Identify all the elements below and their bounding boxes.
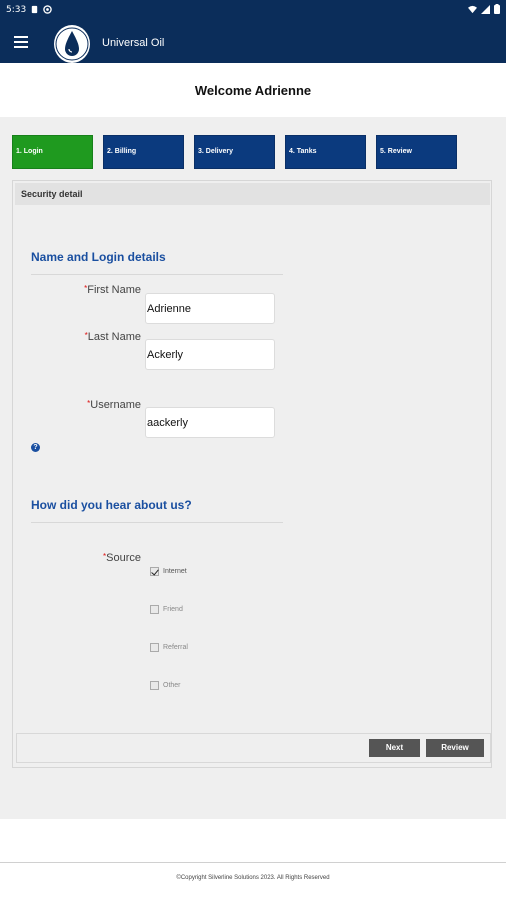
checkbox-friend[interactable] [150, 605, 159, 614]
sync-icon [43, 5, 52, 14]
name-section-title: Name and Login details [31, 250, 166, 264]
username-input[interactable] [145, 407, 275, 438]
wifi-icon [468, 5, 477, 13]
status-time: 5:33 [6, 5, 27, 15]
sim-card-icon [31, 5, 38, 14]
welcome-heading: Welcome Adrienne [194, 83, 312, 98]
status-bar: 5:33 [0, 0, 506, 22]
app-title: Universal Oil [102, 37, 165, 49]
footer-copyright: ©Copyright Silverline Solutions 2023. Al… [176, 875, 330, 881]
source-label-text: Source [106, 552, 141, 564]
help-icon[interactable]: ? [31, 443, 40, 452]
step-delivery[interactable]: 3. Delivery [194, 135, 275, 169]
battery-icon [494, 4, 500, 14]
first-name-input[interactable] [145, 293, 275, 324]
checkbox-label: Internet [163, 568, 187, 575]
next-button[interactable]: Next [369, 739, 420, 757]
username-label-text: Username [90, 399, 141, 411]
checkbox-label: Friend [163, 606, 183, 613]
last-name-label: *Last Name [85, 331, 141, 343]
checkbox-referral[interactable] [150, 643, 159, 652]
checkbox-internet[interactable] [150, 567, 159, 576]
main-content: 1. Login 2. Billing 3. Delivery 4. Tanks… [0, 117, 506, 819]
footer-divider [0, 862, 506, 863]
checkbox-label: Referral [163, 644, 188, 651]
section-divider [31, 522, 283, 523]
checkbox-label: Other [163, 682, 181, 689]
step-login[interactable]: 1. Login [12, 135, 93, 169]
last-name-label-text: Last Name [87, 331, 141, 343]
security-panel: Security detail Name and Login details *… [12, 180, 492, 768]
source-label: *Source [103, 552, 141, 564]
action-bar: Next Review [16, 733, 491, 763]
source-option-other[interactable]: Other [150, 681, 181, 690]
menu-icon[interactable] [14, 36, 28, 48]
status-icons [468, 4, 500, 14]
step-tanks[interactable]: 4. Tanks [285, 135, 366, 169]
review-button[interactable]: Review [426, 739, 484, 757]
source-option-referral[interactable]: Referral [150, 643, 188, 652]
wizard-steps: 1. Login 2. Billing 3. Delivery 4. Tanks… [12, 135, 467, 169]
section-divider [31, 274, 283, 275]
last-name-input[interactable] [145, 339, 275, 370]
signal-icon [481, 4, 490, 14]
step-review[interactable]: 5. Review [376, 135, 457, 169]
universal-oil-logo [54, 25, 90, 63]
username-label: *Username [87, 399, 141, 411]
first-name-label: *First Name [84, 284, 141, 296]
checkbox-other[interactable] [150, 681, 159, 690]
hear-section-title: How did you hear about us? [31, 498, 192, 512]
welcome-band: Welcome Adrienne [0, 63, 506, 117]
source-option-friend[interactable]: Friend [150, 605, 183, 614]
panel-header: Security detail [15, 183, 490, 205]
step-billing[interactable]: 2. Billing [103, 135, 184, 169]
source-option-internet[interactable]: Internet [150, 567, 187, 576]
app-bar: Universal Oil [0, 22, 506, 63]
first-name-label-text: First Name [87, 284, 141, 296]
